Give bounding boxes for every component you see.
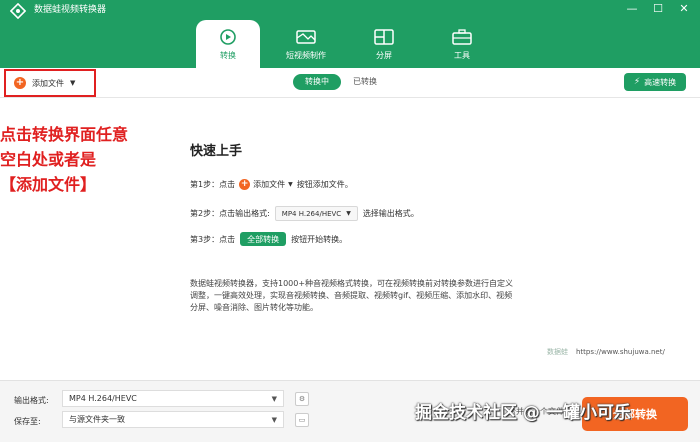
video-maker-icon xyxy=(295,28,317,46)
save-to-value: 与源文件夹一致 xyxy=(69,415,125,424)
chevron-down-icon: ▼ xyxy=(271,415,277,424)
plus-icon: + xyxy=(14,77,26,89)
tab-label: 短视频制作 xyxy=(286,51,326,60)
folder-icon[interactable]: ▭ xyxy=(295,413,309,427)
step-2: 第2步：点击输出格式: MP4 H.264/HEVC ▼ 选择输出格式。 xyxy=(190,206,419,221)
website-link[interactable]: https://www.shujuwa.net/ xyxy=(576,348,665,356)
tab-label: 转换 xyxy=(220,51,236,60)
main-tabs: 转换 短视频制作 分屏 工具 xyxy=(196,20,508,68)
step-3-suffix: 按钮开始转换。 xyxy=(291,234,348,244)
annotation-line: 空白处或者是 xyxy=(0,150,97,169)
fast-convert-label: 高速转换 xyxy=(644,77,677,87)
format-settings-icon[interactable]: ⚙ xyxy=(295,392,309,406)
convert-icon xyxy=(217,28,239,46)
format-select-chip[interactable]: MP4 H.264/HEVC ▼ xyxy=(274,206,358,221)
tab-tools[interactable]: 工具 xyxy=(430,20,494,68)
save-to-select[interactable]: 与源文件夹一致 ▼ xyxy=(62,411,284,428)
minimize-button[interactable]: — xyxy=(624,2,640,16)
toolbox-icon xyxy=(451,28,473,46)
close-button[interactable]: ✕ xyxy=(676,2,692,16)
annotation-line: 点击转换界面任意 xyxy=(0,125,129,144)
fast-convert-button[interactable]: ⚡ 高速转换 xyxy=(624,73,686,91)
split-screen-icon xyxy=(373,28,395,46)
tab-label: 工具 xyxy=(454,51,470,60)
step-1-button-label[interactable]: 添加文件 xyxy=(253,179,285,190)
output-format-value: MP4 H.264/HEVC xyxy=(69,394,137,403)
chevron-down-icon: ▼ xyxy=(288,181,293,188)
plus-icon: + xyxy=(239,179,251,190)
subtab-converting[interactable]: 转换中 xyxy=(293,74,341,90)
step-2-suffix: 选择输出格式。 xyxy=(362,209,419,218)
chevron-down-icon: ▼ xyxy=(346,210,351,217)
product-description: 数据蛙视频转换器，支持1000+种音视频格式转换，可在视频转换前对转换参数进行自… xyxy=(190,279,514,312)
convert-all-chip[interactable]: 全部转换 xyxy=(240,232,287,246)
window-controls: — ☐ ✕ xyxy=(624,2,692,16)
watermark-text: 掘金技术社区 @ 一罐小可乐 xyxy=(415,403,631,423)
annotation-text: 点击转换界面任意 空白处或者是 【添加文件】 xyxy=(0,122,168,197)
brand-row: 数据蛙 https://www.shujuwa.net/ xyxy=(547,347,665,357)
tab-label: 分屏 xyxy=(376,51,392,60)
add-file-button[interactable]: + 添加文件 ▼ xyxy=(4,69,96,97)
step-3: 第3步：点击 全部转换 按钮开始转换。 xyxy=(190,232,347,246)
step-2-prefix: 第2步：点击输出格式: xyxy=(190,209,270,218)
lightning-icon: ⚡ xyxy=(633,77,641,87)
app-title: 数据蛙视频转换器 xyxy=(34,5,107,15)
step-1: 第1步：点击 + 添加文件 ▼ 按钮添加文件。 xyxy=(190,179,353,190)
title-bar: 数据蛙视频转换器 — ☐ ✕ 转换 短视频制作 分屏 工具 xyxy=(0,0,700,68)
tab-split-screen[interactable]: 分屏 xyxy=(352,20,416,68)
add-file-label: 添加文件 xyxy=(32,78,64,88)
toolbar: + 添加文件 ▼ 转换中 已转换 ⚡ 高速转换 xyxy=(0,68,700,98)
save-to-label: 保存至: xyxy=(14,417,41,426)
step-3-prefix: 第3步：点击 xyxy=(190,234,236,244)
convert-status-tabs: 转换中 已转换 xyxy=(293,74,389,90)
chevron-down-icon[interactable]: ▼ xyxy=(70,79,75,87)
annotation-line: 【添加文件】 xyxy=(0,175,97,194)
step-1-suffix: 按钮添加文件。 xyxy=(296,180,353,189)
tab-convert[interactable]: 转换 xyxy=(196,20,260,68)
chevron-down-icon: ▼ xyxy=(271,394,277,403)
subtab-converted[interactable]: 已转换 xyxy=(341,74,389,90)
format-chip-value: MP4 H.264/HEVC xyxy=(281,209,342,218)
quickstart-title: 快速上手 xyxy=(190,144,243,159)
step-1-prefix: 第1步：点击 xyxy=(190,180,236,189)
app-logo-icon xyxy=(10,3,26,19)
output-format-select[interactable]: MP4 H.264/HEVC ▼ xyxy=(62,390,284,407)
tab-video-maker[interactable]: 短视频制作 xyxy=(274,20,338,68)
maximize-button[interactable]: ☐ xyxy=(650,2,666,16)
brand-logo: 数据蛙 xyxy=(547,348,568,356)
output-format-label: 输出格式: xyxy=(14,396,49,405)
